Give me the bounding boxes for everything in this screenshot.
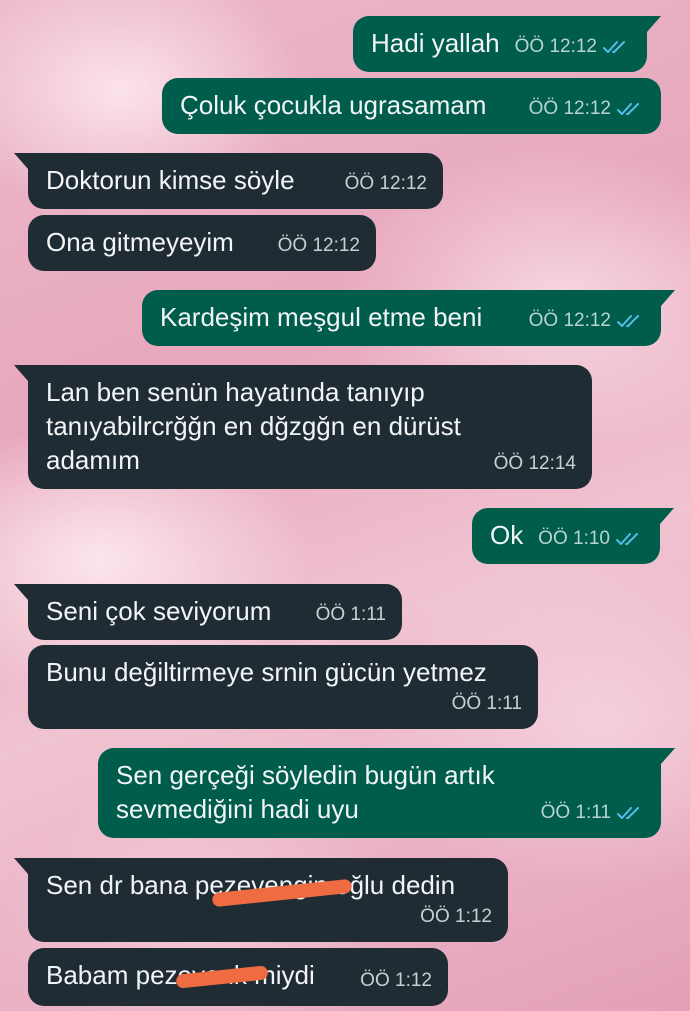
- message-time: ÖÖ 1:12: [360, 970, 432, 991]
- message-text: Seni çok seviyorum: [46, 596, 272, 626]
- message-time: ÖÖ 1:10: [538, 528, 610, 549]
- message-time: ÖÖ 12:12: [514, 36, 597, 57]
- message-bubble-incoming[interactable]: Sen dr bana pezevengin oğlu dedin ÖÖ 1:1…: [14, 858, 508, 942]
- message-time: ÖÖ 1:11: [540, 802, 611, 823]
- double-check-read-icon: [617, 807, 639, 819]
- message-time: ÖÖ 1:11: [451, 693, 522, 714]
- message-meta: ÖÖ 1:12: [420, 900, 492, 934]
- double-check-read-icon: [617, 315, 639, 327]
- message-meta: ÖÖ 12:12: [529, 92, 645, 126]
- message-time: ÖÖ 1:11: [315, 604, 386, 625]
- message-time: ÖÖ 12:12: [528, 98, 611, 119]
- message-text: Kardeşim meşgul etme beni: [160, 302, 483, 332]
- message-meta: ÖÖ 1:10: [538, 522, 644, 556]
- message-time: ÖÖ 12:12: [277, 235, 360, 256]
- message-meta: ÖÖ 1:11: [316, 598, 386, 632]
- message-meta: ÖÖ 12:12: [529, 304, 645, 338]
- message-meta: ÖÖ 1:11: [541, 796, 645, 830]
- message-text: Lan ben senün hayatında tanıyıp tanıyabi…: [46, 377, 469, 475]
- message-bubble-incoming[interactable]: Babam pezevenk miydi ÖÖ 1:12: [28, 948, 448, 1006]
- message-bubble-outgoing[interactable]: Ok ÖÖ 1:10: [472, 508, 674, 564]
- message-meta: ÖÖ 12:12: [515, 30, 631, 64]
- message-bubble-incoming[interactable]: Lan ben senün hayatında tanıyıp tanıyabi…: [14, 365, 592, 489]
- message-text: Hadi yallah: [371, 28, 500, 58]
- message-bubble-incoming[interactable]: Ona gitmeyeyim ÖÖ 12:12: [28, 215, 376, 271]
- message-bubble-outgoing[interactable]: Hadi yallah ÖÖ 12:12: [353, 16, 661, 72]
- message-time: ÖÖ 1:12: [420, 906, 492, 927]
- double-check-read-icon: [616, 533, 638, 545]
- message-meta: ÖÖ 12:12: [278, 229, 360, 263]
- double-check-read-icon: [603, 41, 625, 53]
- message-bubble-outgoing[interactable]: Sen gerçeği söyledin bugün artık sevmedi…: [98, 748, 675, 838]
- chat-area[interactable]: Hadi yallah ÖÖ 12:12 Çoluk çocukla ugras…: [0, 0, 690, 1011]
- message-bubble-incoming[interactable]: Bunu değiltirmeye srnin gücün yetmez ÖÖ …: [28, 645, 538, 729]
- message-text: Doktorun kimse söyle: [46, 165, 295, 195]
- message-meta: ÖÖ 1:11: [452, 687, 522, 721]
- message-time: ÖÖ 12:12: [344, 173, 427, 194]
- message-text: Sen gerçeği söyledin bugün artık sevmedi…: [116, 760, 502, 824]
- message-text: Çoluk çocukla ugrasamam: [180, 90, 487, 120]
- message-meta: ÖÖ 12:12: [345, 167, 427, 201]
- message-text: Ok: [490, 520, 524, 550]
- message-text: Ona gitmeyeyim: [46, 227, 234, 257]
- double-check-read-icon: [617, 103, 639, 115]
- message-bubble-outgoing[interactable]: Çoluk çocukla ugrasamam ÖÖ 12:12: [162, 78, 661, 134]
- message-time: ÖÖ 12:12: [528, 310, 611, 331]
- message-bubble-incoming[interactable]: Doktorun kimse söyle ÖÖ 12:12: [14, 153, 443, 209]
- message-time: ÖÖ 12:14: [493, 453, 576, 474]
- message-bubble-outgoing[interactable]: Kardeşim meşgul etme beni ÖÖ 12:12: [142, 290, 675, 346]
- message-meta: ÖÖ 1:12: [360, 964, 432, 998]
- message-bubble-incoming[interactable]: Seni çok seviyorum ÖÖ 1:11: [14, 584, 402, 640]
- message-meta: ÖÖ 12:14: [494, 447, 576, 481]
- message-text: Bunu değiltirmeye srnin gücün yetmez: [46, 657, 487, 687]
